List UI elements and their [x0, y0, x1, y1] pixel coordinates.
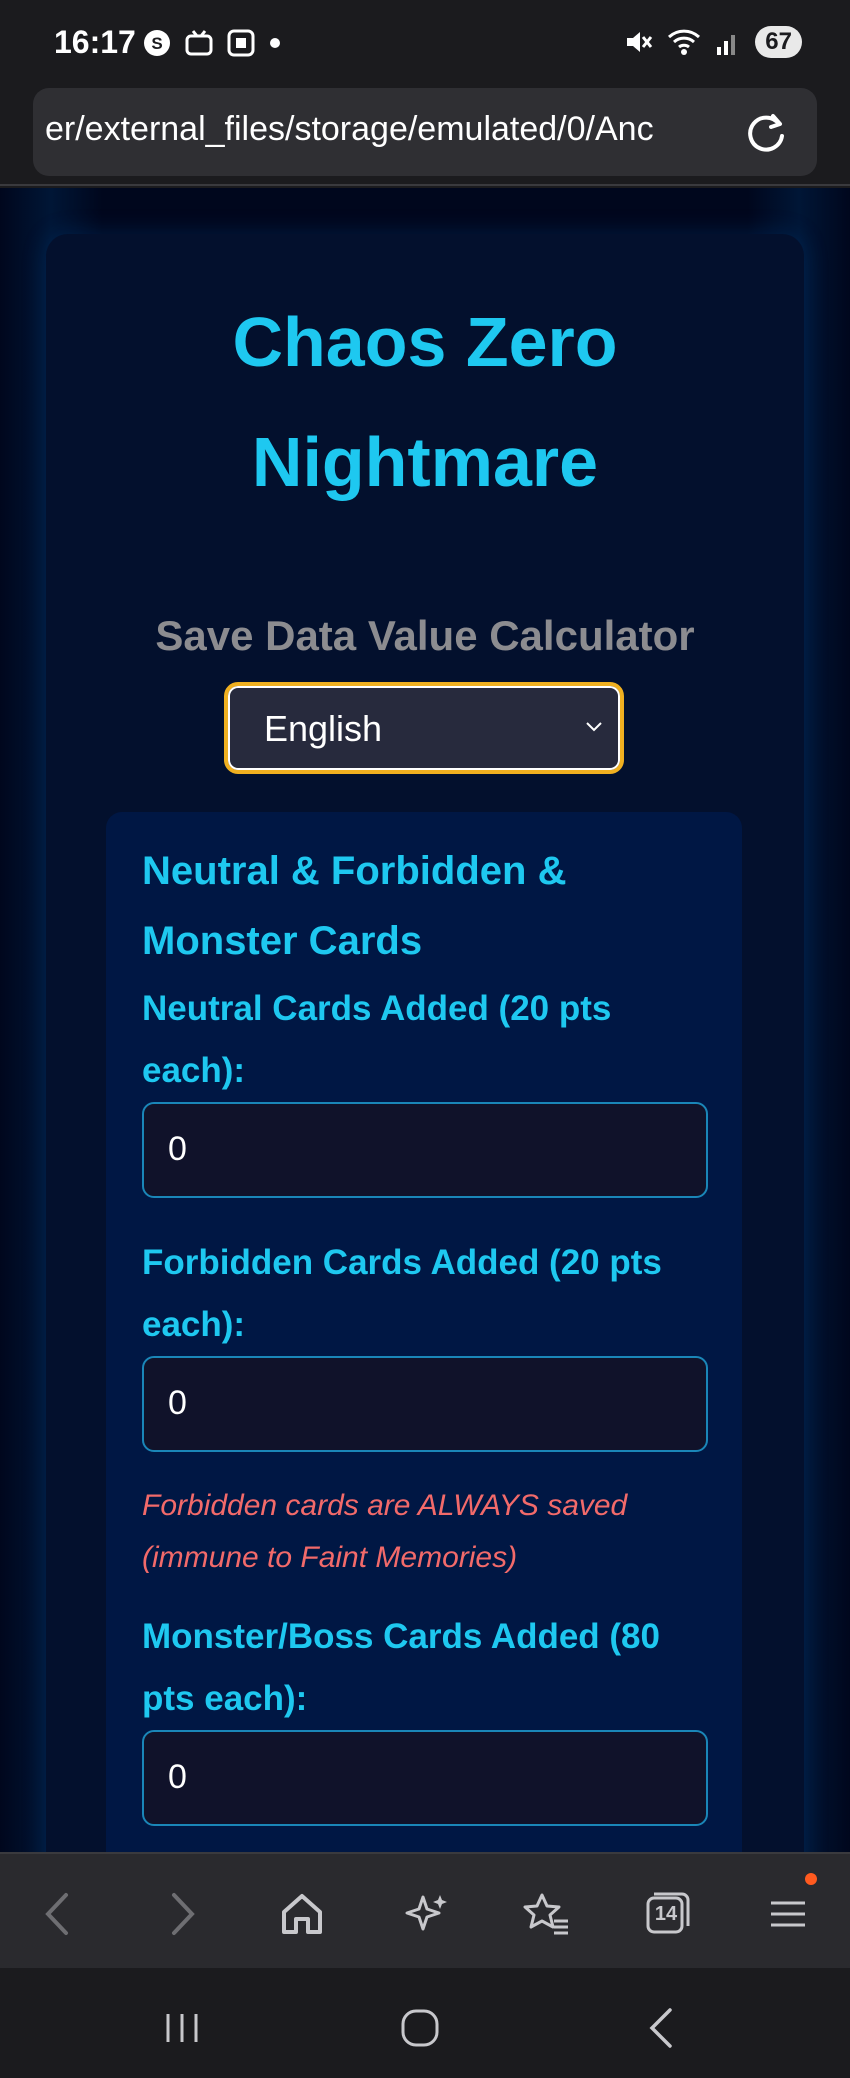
status-time: 16:17	[54, 24, 136, 60]
status-system-icons: 67	[623, 26, 802, 58]
language-select-value: English	[264, 708, 383, 749]
notification-dot-icon	[805, 1873, 817, 1885]
svg-text:S: S	[151, 34, 162, 53]
hamburger-menu-icon	[771, 1901, 805, 1927]
system-home-button[interactable]	[390, 1998, 450, 2058]
home-icon	[282, 1894, 322, 1934]
neutral-cards-value: 0	[168, 1130, 187, 1168]
browser-url-area: er/external_files/storage/emulated/0/Anc	[0, 88, 850, 186]
tv-app-icon	[185, 30, 213, 56]
reload-icon[interactable]	[743, 110, 789, 156]
recent-apps-button[interactable]	[152, 1998, 212, 2058]
forbidden-cards-value: 0	[168, 1384, 187, 1422]
chevron-left-icon	[45, 1893, 68, 1935]
web-page: Chaos Zero Nightmare Save Data Value Cal…	[0, 188, 850, 1852]
bookmarks-button[interactable]	[516, 1884, 576, 1944]
star-list-icon	[523, 1893, 568, 1935]
neutral-cards-label: Neutral Cards Added (20 pts each):	[142, 989, 612, 1090]
home-button[interactable]	[272, 1884, 332, 1944]
sparkle-icon	[405, 1895, 447, 1931]
monster-cards-input[interactable]: 0	[142, 1730, 708, 1826]
cards-section: Neutral & Forbidden & Monster Cards Neut…	[106, 812, 742, 1852]
scan-app-icon	[227, 29, 255, 57]
neutral-cards-input[interactable]: 0	[142, 1102, 708, 1198]
battery-indicator: 67	[755, 26, 802, 58]
system-back-icon	[649, 2008, 672, 2048]
s-app-icon: S	[144, 30, 170, 56]
url-text: er/external_files/storage/emulated/0/Anc	[45, 110, 654, 148]
page-title-line1: Chaos Zero	[232, 303, 618, 381]
page-subtitle: Save Data Value Calculator	[155, 612, 695, 659]
forward-button[interactable]	[152, 1884, 212, 1944]
system-back-button[interactable]	[632, 1998, 692, 2058]
monster-cards-label: Monster/Boss Cards Added (80 pts each):	[142, 1617, 660, 1718]
calculator-container: Chaos Zero Nightmare Save Data Value Cal…	[46, 234, 804, 1852]
status-bar: 16:17 S 67	[0, 0, 850, 88]
battery-level: 67	[765, 28, 792, 55]
status-notification-icons: S	[142, 28, 282, 58]
forbidden-cards-input[interactable]: 0	[142, 1356, 708, 1452]
ai-assistant-button[interactable]	[396, 1884, 456, 1944]
chevron-right-icon	[172, 1893, 195, 1935]
monster-cards-value: 0	[168, 1758, 187, 1796]
circle-home-icon	[401, 2009, 439, 2047]
browser-toolbar: 14	[0, 1852, 850, 1968]
menu-button[interactable]	[758, 1873, 818, 1944]
wifi-icon	[668, 29, 701, 55]
more-notifications-dot-icon	[270, 38, 280, 48]
chevron-down-icon	[586, 722, 602, 732]
signal-icon	[717, 35, 736, 55]
address-bar[interactable]: er/external_files/storage/emulated/0/Anc	[33, 88, 817, 176]
tabs-count: 14	[654, 1903, 678, 1925]
page-title-line2: Nightmare	[251, 423, 599, 501]
back-button[interactable]	[28, 1884, 88, 1944]
mute-icon	[627, 32, 653, 52]
forbidden-cards-label: Forbidden Cards Added (20 pts each):	[142, 1243, 662, 1344]
forbidden-cards-note: Forbidden cards are ALWAYS saved (immune…	[142, 1489, 628, 1574]
tabs-button[interactable]: 14	[636, 1884, 696, 1944]
language-select[interactable]: English	[224, 682, 624, 774]
recent-apps-icon	[166, 2014, 198, 2042]
system-navigation-bar	[0, 1968, 850, 2078]
section-heading: Neutral & Forbidden & Monster Cards	[142, 849, 567, 963]
